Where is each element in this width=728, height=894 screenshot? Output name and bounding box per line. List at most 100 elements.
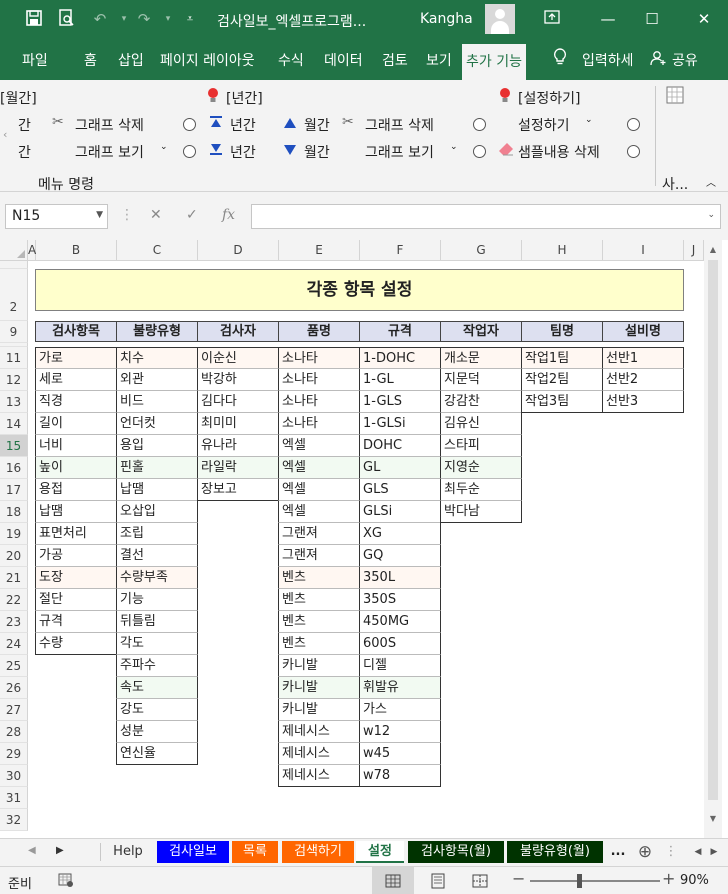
column-header-g[interactable]: G bbox=[441, 240, 522, 261]
inspection-item-cell[interactable]: 용접 bbox=[35, 479, 117, 501]
row-header-13[interactable]: 13 bbox=[0, 391, 28, 413]
redo-dropdown-icon[interactable]: ▾ bbox=[158, 9, 178, 29]
ribbon-display-options-icon[interactable] bbox=[538, 6, 566, 32]
defect-type-cell[interactable]: 각도 bbox=[116, 633, 198, 655]
row-header-30[interactable]: 30 bbox=[0, 765, 28, 787]
worker-cell[interactable]: 지문덕 bbox=[440, 369, 522, 391]
product-name-cell[interactable]: 그랜져 bbox=[278, 545, 360, 567]
name-box[interactable]: N15 ▼ bbox=[5, 204, 108, 229]
sheet-tab-inspection-daily[interactable]: 검사일보 bbox=[157, 841, 229, 863]
tab-add-ins[interactable]: 추가 기능 bbox=[462, 44, 526, 80]
header-worker[interactable]: 작업자 bbox=[440, 321, 522, 342]
spec-cell[interactable]: 디젤 bbox=[359, 655, 441, 677]
undo-icon[interactable]: ↶ bbox=[90, 9, 110, 29]
expand-formula-icon[interactable]: ⌄ bbox=[707, 210, 715, 220]
inspection-item-cell[interactable]: 도장 bbox=[35, 567, 117, 589]
spec-cell[interactable]: w78 bbox=[359, 765, 441, 787]
defect-type-cell[interactable]: 주파수 bbox=[116, 655, 198, 677]
collapse-ribbon-icon[interactable]: ︿ bbox=[706, 174, 716, 189]
column-header-f[interactable]: F bbox=[360, 240, 441, 261]
tell-me-input[interactable]: 입력하세요 bbox=[582, 50, 632, 70]
insert-function-icon[interactable]: fx bbox=[222, 207, 235, 223]
inspection-item-cell[interactable]: 가로 bbox=[35, 347, 117, 369]
tab-file[interactable]: 파일 bbox=[22, 50, 48, 70]
column-header-j[interactable]: J bbox=[684, 240, 704, 261]
defect-type-cell[interactable]: 연신율 bbox=[116, 743, 198, 765]
lightbulb-icon[interactable] bbox=[553, 48, 567, 70]
spec-cell[interactable]: GQ bbox=[359, 545, 441, 567]
product-name-cell[interactable]: 소나타 bbox=[278, 369, 360, 391]
equipment-cell[interactable]: 선반1 bbox=[602, 347, 684, 369]
product-name-cell[interactable]: 카니발 bbox=[278, 699, 360, 721]
product-name-cell[interactable]: 엑셀 bbox=[278, 457, 360, 479]
radio-option-1[interactable] bbox=[183, 118, 196, 131]
cancel-icon[interactable]: ✕ bbox=[150, 207, 162, 223]
product-name-cell[interactable]: 벤츠 bbox=[278, 567, 360, 589]
row-header-27[interactable]: 27 bbox=[0, 699, 28, 721]
inspector-cell[interactable]: 최미미 bbox=[197, 413, 279, 435]
product-name-cell[interactable]: 엑셀 bbox=[278, 435, 360, 457]
tab-view[interactable]: 보기 bbox=[426, 50, 452, 70]
scroll-up-icon[interactable]: ▲ bbox=[706, 243, 720, 257]
row-header-28[interactable]: 28 bbox=[0, 721, 28, 743]
worker-cell[interactable]: 김유신 bbox=[440, 413, 522, 435]
column-header-c[interactable]: C bbox=[117, 240, 198, 261]
team-cell[interactable]: 작업1팀 bbox=[521, 347, 603, 369]
spec-cell[interactable]: 450MG bbox=[359, 611, 441, 633]
inspection-item-cell[interactable]: 가공 bbox=[35, 545, 117, 567]
row-header-21[interactable]: 21 bbox=[0, 567, 28, 589]
product-name-cell[interactable]: 엑셀 bbox=[278, 479, 360, 501]
undo-dropdown-icon[interactable]: ▾ bbox=[114, 9, 134, 29]
product-name-cell[interactable]: 벤츠 bbox=[278, 589, 360, 611]
share-button[interactable]: 공유 bbox=[672, 50, 698, 70]
product-name-cell[interactable]: 소나타 bbox=[278, 413, 360, 435]
zoom-in-icon[interactable]: + bbox=[662, 869, 675, 888]
defect-type-cell[interactable]: 강도 bbox=[116, 699, 198, 721]
tab-review[interactable]: 검토 bbox=[382, 50, 408, 70]
inspection-item-cell[interactable]: 직경 bbox=[35, 391, 117, 413]
scroll-left-icon[interactable]: ‹ bbox=[3, 128, 7, 141]
row-header-2[interactable]: 2 bbox=[0, 269, 28, 321]
tab-home[interactable]: 홈 bbox=[84, 50, 97, 70]
row-header-32[interactable]: 32 bbox=[0, 809, 28, 831]
tab-data[interactable]: 데이터 bbox=[324, 50, 363, 70]
view-graph-button-2[interactable]: 그래프 보기 bbox=[365, 142, 434, 162]
defect-type-cell[interactable]: 성분 bbox=[116, 721, 198, 743]
inspection-item-cell[interactable]: 높이 bbox=[35, 457, 117, 479]
spreadsheet-grid[interactable]: ABCDEFGHIJ 2 9 11 12 13 14 15 16 17 18 19 20 21 22 23 2… bbox=[0, 240, 728, 838]
grid-view-icon[interactable] bbox=[666, 86, 684, 108]
more-sheets-button[interactable]: ... bbox=[607, 841, 629, 863]
scroll-right-icon-h[interactable]: ▶ bbox=[706, 841, 722, 863]
inspection-item-cell[interactable]: 세로 bbox=[35, 369, 117, 391]
defect-type-cell[interactable]: 속도 bbox=[116, 677, 198, 699]
row-header-18[interactable]: 18 bbox=[0, 501, 28, 523]
radio-option-5[interactable] bbox=[627, 118, 640, 131]
team-cell[interactable]: 작업2팀 bbox=[521, 369, 603, 391]
row-header-17[interactable]: 17 bbox=[0, 479, 28, 501]
column-header-i[interactable]: I bbox=[603, 240, 684, 261]
tab-formulas[interactable]: 수식 bbox=[278, 50, 304, 70]
view-graph-button-1[interactable]: 그래프 보기 bbox=[75, 142, 144, 162]
avatar[interactable] bbox=[485, 4, 515, 34]
defect-type-cell[interactable]: 조립 bbox=[116, 523, 198, 545]
spec-cell[interactable]: GLSi bbox=[359, 501, 441, 523]
scrollbar-thumb[interactable] bbox=[708, 260, 718, 800]
worker-cell[interactable]: 개소문 bbox=[440, 347, 522, 369]
defect-type-cell[interactable]: 기능 bbox=[116, 589, 198, 611]
prev-sheet-icon[interactable]: ◀ bbox=[28, 845, 36, 856]
sheet-tab-search[interactable]: 검색하기 bbox=[282, 841, 354, 863]
team-cell[interactable]: 작업3팀 bbox=[521, 391, 603, 413]
row-header-26[interactable]: 26 bbox=[0, 677, 28, 699]
inspection-item-cell[interactable]: 길이 bbox=[35, 413, 117, 435]
spec-cell[interactable]: 휘발유 bbox=[359, 677, 441, 699]
sheet-title-banner[interactable]: 각종 항목 설정 bbox=[35, 269, 684, 311]
product-name-cell[interactable]: 벤츠 bbox=[278, 633, 360, 655]
formula-input[interactable]: ⌄ bbox=[251, 204, 721, 229]
product-name-cell[interactable]: 그랜져 bbox=[278, 523, 360, 545]
page-break-view-icon[interactable] bbox=[472, 873, 488, 893]
spec-cell[interactable]: w12 bbox=[359, 721, 441, 743]
customize-quick-access-icon[interactable]: ⩡ bbox=[180, 9, 200, 29]
spec-cell[interactable]: XG bbox=[359, 523, 441, 545]
close-icon[interactable]: ✕ bbox=[690, 6, 718, 32]
equipment-cell[interactable]: 선반2 bbox=[602, 369, 684, 391]
